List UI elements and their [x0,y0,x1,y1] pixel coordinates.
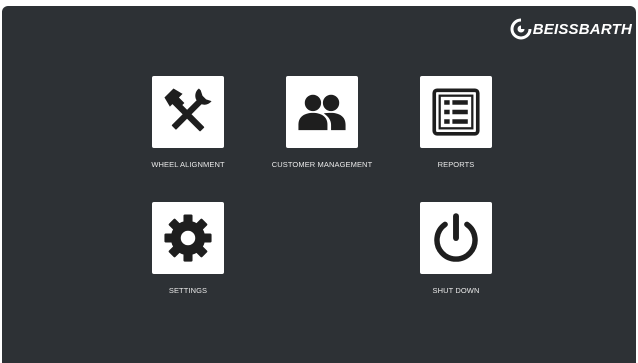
power-icon [434,213,478,262]
shut-down-tile[interactable] [420,202,492,274]
brand-logo-text: BEISSBARTH [532,20,632,38]
list-document-icon [432,88,480,136]
shut-down-button[interactable]: SHUT DOWN [366,202,546,314]
settings-button[interactable]: SETTINGS [98,202,278,314]
reports-tile[interactable] [420,76,492,148]
reports-button[interactable]: REPORTS [366,76,546,188]
brand-logo-mark-icon [510,18,532,40]
settings-tile[interactable] [152,202,224,274]
users-icon [298,94,346,131]
wheel-alignment-tile[interactable] [152,76,224,148]
gear-icon [164,214,212,262]
brand-logo: BEISSBARTH [510,18,632,40]
shut-down-label: SHUT DOWN [432,286,480,295]
customer-management-tile[interactable] [286,76,358,148]
main-menu-screen: BEISSBARTH WHEEL ALIGNMENT CUSTOMER MANA… [2,6,636,363]
wrench-hammer-icon [164,88,212,132]
reports-label: REPORTS [437,160,475,169]
settings-label: SETTINGS [168,286,208,295]
